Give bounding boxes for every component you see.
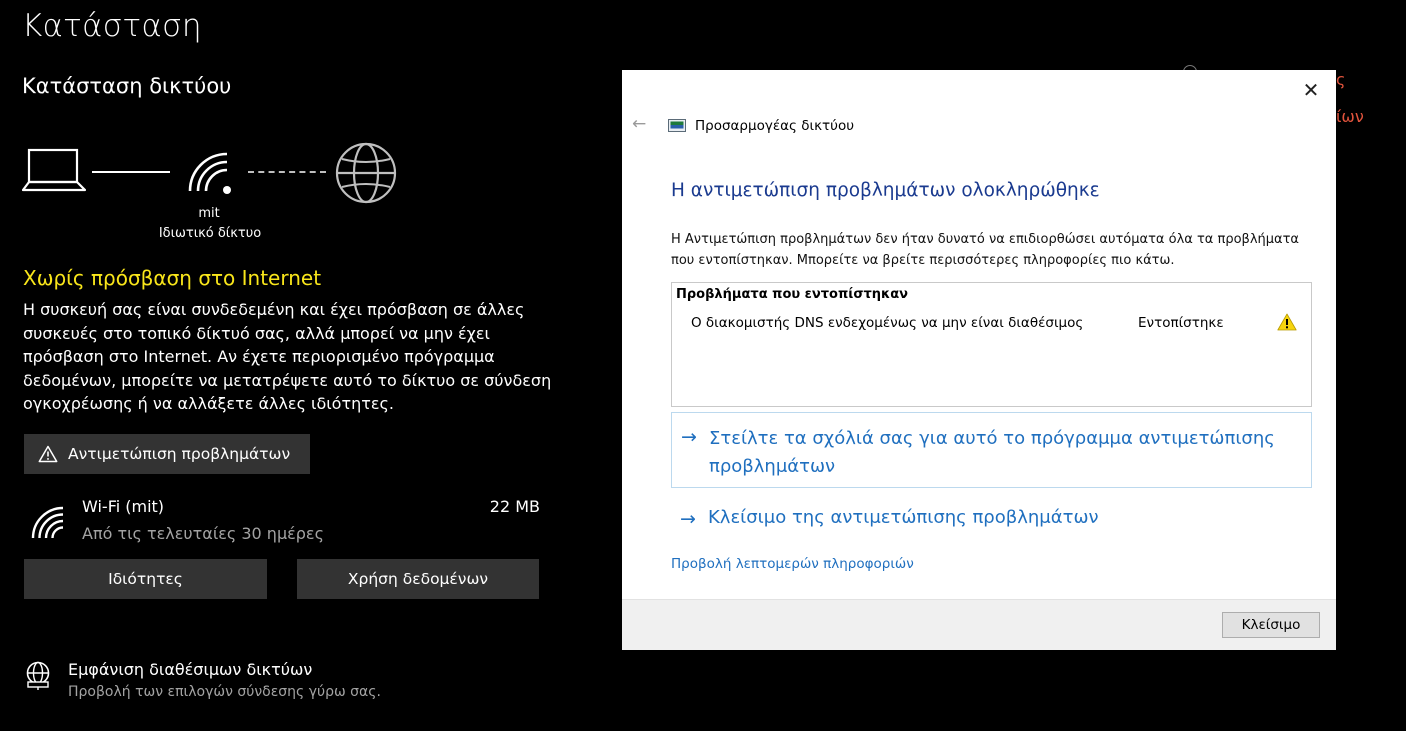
connection-status-description: Η συσκευή σας είναι συνδεδεμένη και έχει… xyxy=(23,300,552,413)
wifi-signal-icon xyxy=(31,506,64,539)
data-usage-button[interactable]: Χρήση δεδομένων xyxy=(297,559,539,599)
close-icon[interactable]: ✕ xyxy=(1300,79,1322,101)
dialog-app-name: Προσαρμογέας δικτύου xyxy=(695,118,855,134)
close-troubleshooter-label: Κλείσιμο της αντιμετώπισης προβλημάτων xyxy=(708,507,1099,528)
send-feedback-label: Στείλτε τα σχόλιά σας για αυτό το πρόγρα… xyxy=(709,428,1275,477)
background-link-fragment: ίων xyxy=(1336,107,1364,126)
wifi-usage-period: Από τις τελευταίες 30 ημέρες xyxy=(82,524,324,543)
troubleshoot-button[interactable]: Αντιμετώπιση προβλημάτων xyxy=(24,434,310,474)
dialog-description: Η Αντιμετώπιση προβλημάτων δεν ήταν δυνα… xyxy=(671,232,1299,268)
available-networks-description: Προβολή των επιλογών σύνδεσης γύρω σας. xyxy=(68,684,381,700)
connection-line-solid xyxy=(92,171,170,173)
available-networks-link[interactable]: Εμφάνιση διαθέσιμων δικτύων xyxy=(68,660,312,679)
background-link-fragment: ς xyxy=(1336,70,1346,89)
close-button[interactable]: Κλείσιμο xyxy=(1222,612,1320,638)
globe-icon xyxy=(335,142,397,204)
connection-line-dashed xyxy=(248,171,326,173)
wifi-data-usage: 22 MB xyxy=(489,497,540,516)
network-adapter-icon xyxy=(668,119,686,132)
laptop-icon xyxy=(22,148,86,192)
page-title: Κατάσταση xyxy=(22,8,202,44)
network-type: Ιδιωτικό δίκτυο xyxy=(158,226,262,241)
troubleshooter-dialog: ✕ ← Προσαρμογέας δικτύου Η αντιμετώπιση … xyxy=(622,70,1336,650)
wifi-icon xyxy=(188,152,231,194)
section-title: Κατάσταση δικτύου xyxy=(22,74,232,98)
warning-outline-icon xyxy=(38,445,58,463)
dialog-footer: Κλείσιμο xyxy=(622,599,1336,650)
connection-status-title: Χωρίς πρόσβαση στο Internet xyxy=(23,266,322,290)
arrow-right-icon: → xyxy=(681,426,697,448)
view-details-link[interactable]: Προβολή λεπτομερών πληροφοριών xyxy=(671,556,914,572)
wifi-connection-name: Wi-Fi (mit) xyxy=(82,497,165,516)
properties-button[interactable]: Ιδιότητες xyxy=(24,559,267,599)
troubleshoot-button-label: Αντιμετώπιση προβλημάτων xyxy=(68,445,291,463)
close-troubleshooter-link[interactable]: → Κλείσιμο της αντιμετώπισης προβλημάτων xyxy=(671,506,1131,536)
problem-status: Εντοπίστηκε xyxy=(1138,315,1224,331)
network-globe-icon xyxy=(26,661,50,690)
problems-list: Προβλήματα που εντοπίστηκαν Ο διακομιστή… xyxy=(671,282,1312,407)
warning-icon xyxy=(1277,313,1297,331)
network-name: mit xyxy=(198,206,220,221)
back-arrow-icon[interactable]: ← xyxy=(632,114,646,134)
arrow-right-icon: → xyxy=(680,508,696,530)
problem-description: Ο διακομιστής DNS ενδεχομένως να μην είν… xyxy=(691,315,1084,331)
send-feedback-link[interactable]: → Στείλτε τα σχόλιά σας για αυτό το πρόγ… xyxy=(671,412,1312,488)
dialog-heading: Η αντιμετώπιση προβλημάτων ολοκληρώθηκε xyxy=(671,180,1100,201)
problems-header: Προβλήματα που εντοπίστηκαν xyxy=(676,287,909,302)
